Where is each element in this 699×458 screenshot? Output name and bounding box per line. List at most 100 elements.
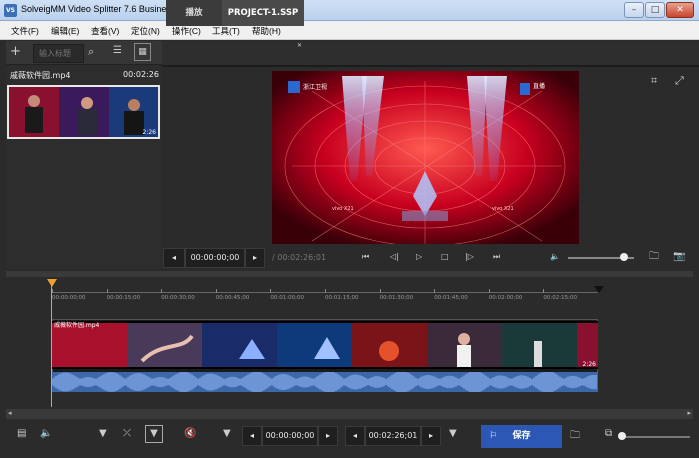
tab-project[interactable]: PROJECT-1.SSP	[222, 0, 304, 26]
audio-waveform	[52, 372, 598, 392]
video-frame	[272, 71, 579, 244]
ruler-tick-label: 00:02:15;00	[543, 295, 577, 301]
zoom-slider[interactable]	[620, 436, 690, 438]
menu-operation[interactable]: 操作(C)	[172, 25, 201, 37]
close-button[interactable]: ✕	[666, 2, 694, 18]
thumbnail-duration: 2:26	[142, 129, 156, 136]
end-time-prev-button[interactable]: ◂	[345, 426, 365, 446]
track-clip-end: 2:26	[582, 361, 596, 368]
waveform-graphic	[52, 372, 597, 392]
ruler-tick-mark	[52, 289, 53, 293]
add-marker-icon[interactable]: ▼	[99, 428, 107, 439]
start-time[interactable]: 00:00:00;00	[262, 426, 318, 446]
step-forward-icon[interactable]: |▷	[465, 247, 474, 267]
search-input[interactable]	[33, 44, 84, 63]
end-time-next-button[interactable]: ▸	[421, 426, 441, 446]
track-clip-name: 戚薇软件园.mp4	[54, 322, 100, 329]
tab-bar	[162, 41, 699, 67]
menu-file[interactable]: 文件(F)	[11, 25, 39, 37]
set-end-marker-icon[interactable]: ▼	[449, 428, 457, 439]
end-time[interactable]: 00:02:26;01	[365, 426, 421, 446]
app-icon: VS	[4, 4, 17, 17]
library-toolbar: + ⌕ ☰ ▦	[6, 41, 162, 65]
ruler-tick-mark	[543, 289, 545, 293]
ruler-tick-mark	[434, 289, 436, 293]
fullscreen-icon[interactable]: ⤢	[675, 74, 684, 88]
maximize-button[interactable]: □	[645, 2, 665, 18]
channel-logo-right: 直播	[533, 83, 546, 90]
prev-frame-time-button[interactable]: ◂	[163, 248, 185, 268]
tab-close-icon[interactable]: ✕	[297, 42, 302, 49]
clip-thumbnail-image	[9, 87, 158, 137]
clip-name: 戚薇软件园.mp4	[10, 71, 71, 80]
zoom-slider-knob[interactable]	[618, 432, 626, 440]
zoom-icon[interactable]: ⧉	[605, 428, 612, 439]
list-view-icon[interactable]: ☰	[113, 45, 122, 56]
ruler-tick-label: 00:02:00;00	[488, 295, 523, 301]
ruler-tick-mark	[379, 289, 381, 293]
menu-edit[interactable]: 编辑(E)	[51, 25, 79, 37]
filmstrip-frames	[52, 321, 598, 369]
select-marker-icon[interactable]: ▼	[145, 425, 163, 443]
scroll-right-icon[interactable]: ▸	[687, 409, 691, 417]
sponsor-left: vivo X21	[332, 206, 354, 212]
scroll-left-icon[interactable]: ◂	[8, 409, 12, 417]
clip-duration: 00:02:26	[123, 70, 159, 79]
snapshot-icon[interactable]: 📷	[673, 247, 685, 267]
output-folder-icon[interactable]: 🗀	[570, 428, 580, 445]
crop-icon[interactable]: ⌗	[651, 74, 657, 88]
menu-tools[interactable]: 工具(T)	[212, 25, 240, 37]
timeline-scrollbar[interactable]: ◂ ▸	[6, 409, 693, 419]
remove-marker-icon[interactable]: ⤫	[123, 428, 131, 439]
grid-view-icon[interactable]: ▦	[134, 43, 151, 61]
menu-view[interactable]: 查看(V)	[91, 25, 119, 37]
prev-segment-icon[interactable]: ⏮	[362, 247, 369, 267]
ruler-tick-mark	[215, 289, 217, 293]
menu-help[interactable]: 帮助(H)	[252, 25, 281, 37]
ruler-tick-label: 00:01:00;00	[270, 295, 304, 301]
ruler-tick-label: 00:01:45;00	[434, 295, 468, 301]
clip-thumbnail[interactable]: 2:26	[7, 85, 160, 139]
total-time: / 00:02:26;01	[272, 253, 327, 262]
set-start-marker-icon[interactable]: ▼	[223, 428, 231, 439]
search-icon[interactable]: ⌕	[88, 45, 94, 59]
ruler-tick-mark	[325, 289, 326, 293]
next-frame-time-button[interactable]: ▸	[245, 248, 265, 268]
film-strip-icon[interactable]: ▤	[17, 428, 26, 439]
stop-icon[interactable]: □	[441, 247, 449, 267]
playhead[interactable]	[51, 279, 52, 407]
ruler-tick-label: 00:00:30;00	[161, 295, 195, 301]
folder-icon[interactable]: 🗀	[649, 247, 659, 267]
video-filmstrip: 戚薇软件园.mp4 2:26	[52, 321, 598, 369]
ruler-tick-mark	[488, 289, 490, 293]
minimize-button[interactable]: –	[624, 2, 644, 18]
volume-icon[interactable]: 🔈	[550, 247, 560, 267]
ruler-tick-label: 00:00:15;00	[106, 295, 141, 301]
start-marker-icon[interactable]	[47, 279, 57, 287]
save-flag-icon: ⚐	[489, 431, 498, 441]
sponsor-right: vivo X21	[492, 206, 514, 212]
title-bar: VS SolveigMM Video Splitter 7.6 Business…	[0, 0, 699, 21]
ruler-tick-label: 00:01:15;00	[325, 295, 359, 301]
next-segment-icon[interactable]: ⏭	[493, 247, 500, 267]
video-preview: 浙江卫视 直播 vivo X21 vivo X21	[272, 71, 579, 244]
current-time[interactable]: 00:00:00;00	[185, 248, 245, 268]
audio-track-icon[interactable]: 🔈	[40, 428, 52, 439]
start-time-next-button[interactable]: ▸	[318, 426, 338, 446]
ruler-tick-mark	[106, 289, 108, 293]
add-file-icon[interactable]: +	[10, 44, 21, 59]
mute-icon[interactable]: 🔇	[184, 428, 196, 439]
save-button[interactable]: ⚐ 保存	[481, 425, 562, 448]
menu-bar: 文件(F) 编辑(E) 查看(V) 定位(N) 操作(C) 工具(T) 帮助(H…	[0, 21, 699, 40]
ruler-tick-mark	[161, 289, 163, 293]
ruler-tick-label: 00:00:00;00	[52, 295, 86, 301]
menu-navigate[interactable]: 定位(N)	[131, 25, 160, 37]
channel-logo-left: 浙江卫视	[303, 84, 328, 91]
tab-play[interactable]: 播放	[166, 0, 222, 26]
ruler-tick-mark	[270, 289, 272, 293]
step-back-icon[interactable]: ◁|	[390, 247, 399, 267]
play-icon[interactable]: ▷	[416, 247, 422, 267]
panel-splitter[interactable]	[6, 271, 693, 277]
start-time-prev-button[interactable]: ◂	[242, 426, 262, 446]
save-label: 保存	[512, 431, 531, 441]
